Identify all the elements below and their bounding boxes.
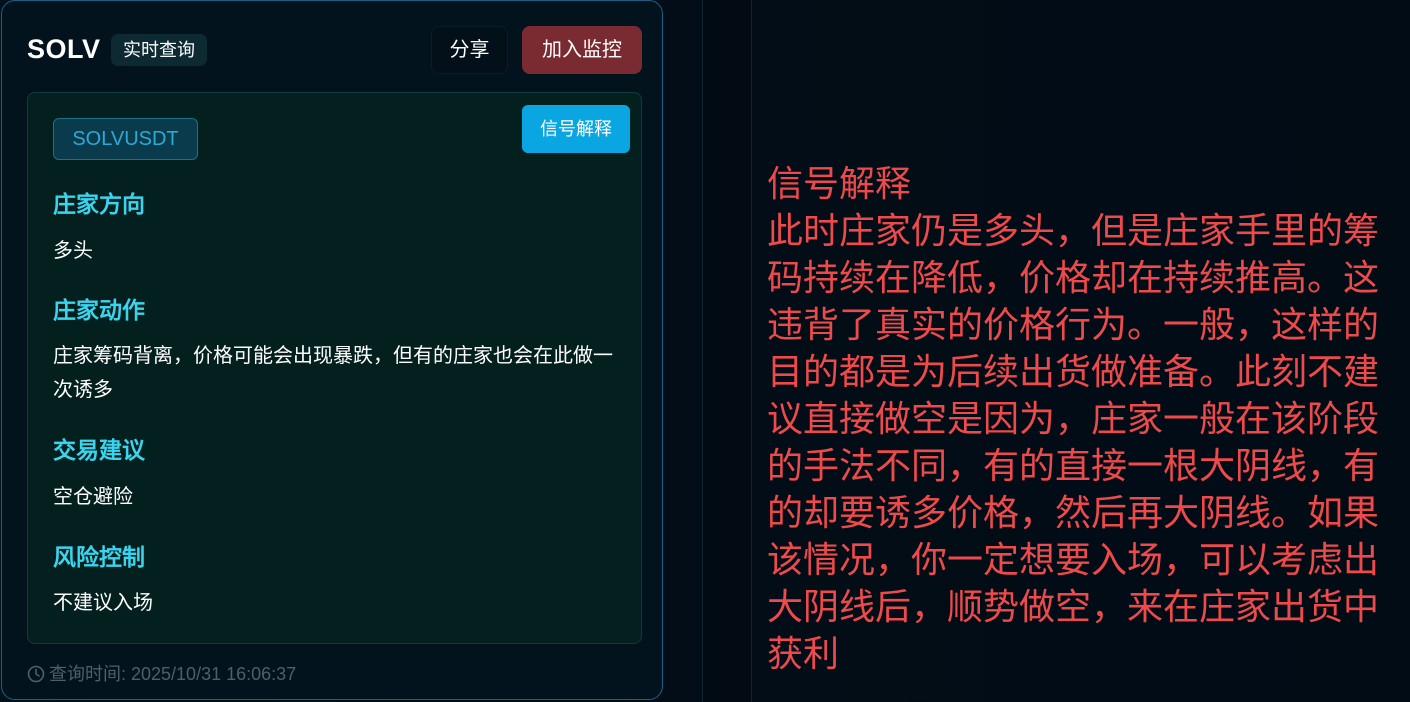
clock-icon [27, 665, 45, 683]
explanation-body: 此时庄家仍是多头，但是庄家手里的筹码持续在降低，价格却在持续推高。这违背了真实的… [767, 210, 1380, 674]
section-heading-action: 庄家动作 [53, 297, 145, 323]
query-card: SOLV 实时查询 分享 加入监控 SOLVUSDT 信号解释 庄家方向 多头 … [1, 0, 663, 700]
section-heading-direction: 庄家方向 [53, 191, 145, 217]
section-heading-risk: 风险控制 [53, 544, 145, 570]
query-time: 查询时间: 2025/10/31 16:06:37 [27, 661, 296, 687]
symbol-title: SOLV [27, 34, 101, 64]
share-button[interactable]: 分享 [431, 26, 508, 74]
explanation-title: 信号解释 [767, 163, 912, 204]
card-header: SOLV 实时查询 分享 加入监控 [2, 1, 662, 91]
signal-explanation: 信号解释 此时庄家仍是多头，但是庄家手里的筹码持续在降低，价格却在持续推高。这违… [767, 160, 1387, 677]
section-text-direction: 多头 [53, 240, 93, 262]
section-text-advice: 空仓避险 [53, 486, 133, 508]
section-text-risk: 不建议入场 [53, 592, 153, 614]
query-time-text: 查询时间: 2025/10/31 16:06:37 [49, 664, 297, 684]
pair-chip: SOLVUSDT [53, 118, 198, 160]
signal-panel: SOLVUSDT 信号解释 庄家方向 多头 庄家动作 庄家筹码背离，价格可能会出… [27, 92, 642, 644]
add-monitor-button[interactable]: 加入监控 [522, 26, 642, 74]
realtime-badge: 实时查询 [111, 34, 207, 66]
section-heading-advice: 交易建议 [53, 437, 145, 463]
section-text-action: 庄家筹码背离，价格可能会出现暴跌，但有的庄家也会在此做一次诱多 [53, 345, 613, 401]
divider-column [702, 0, 752, 702]
signal-explain-button[interactable]: 信号解释 [522, 105, 630, 153]
